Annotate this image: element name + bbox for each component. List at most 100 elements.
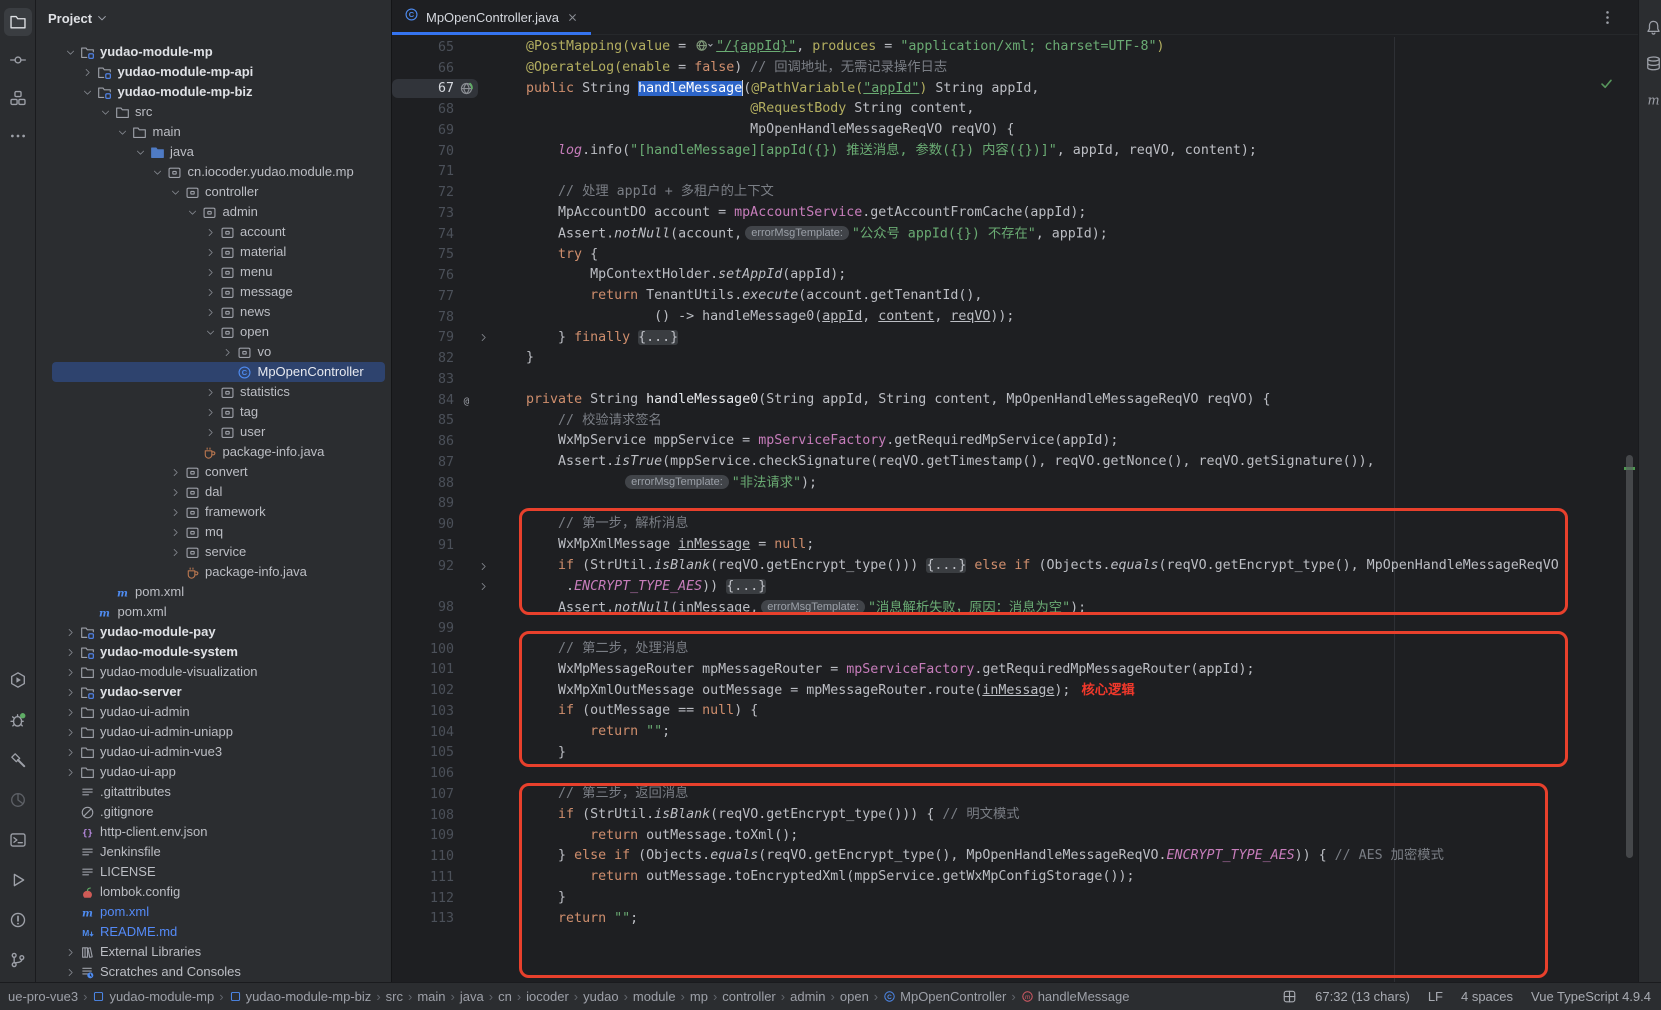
breadcrumb-item[interactable]: yudao	[583, 989, 618, 1004]
tree-item[interactable]: lombok.config	[36, 882, 391, 902]
tree-item[interactable]: LICENSE	[36, 862, 391, 882]
code-text[interactable]: // 第二步，处理消息	[488, 639, 688, 660]
tree-item[interactable]: .gitattributes	[36, 782, 391, 802]
chevron-right-icon[interactable]	[202, 284, 218, 300]
inspection-ok-icon[interactable]	[1599, 76, 1614, 96]
breadcrumb-item[interactable]: admin	[790, 989, 825, 1004]
code-text[interactable]: MpContextHolder.setAppId(appId);	[488, 265, 846, 286]
code-text[interactable]: // 校验请求签名	[488, 411, 662, 432]
code-text[interactable]: Assert.notNull(inMessage,errorMsgTemplat…	[488, 597, 1086, 619]
chevron-right-icon[interactable]	[167, 524, 183, 540]
tree-item[interactable]: CMpOpenController	[36, 362, 391, 382]
code-text[interactable]: return outMessage.toEncryptedXml(mppServ…	[488, 867, 1134, 888]
code-text[interactable]: }	[488, 743, 566, 764]
chevron-right-icon[interactable]	[62, 764, 78, 780]
chevron-right-icon[interactable]	[167, 504, 183, 520]
chevron-down-icon[interactable]	[115, 124, 131, 140]
tree-item[interactable]: package-info.java	[36, 562, 391, 582]
status-widget[interactable]: Vue TypeScript 4.9.4	[1531, 989, 1651, 1004]
tree-item[interactable]: admin	[36, 202, 391, 222]
code-text[interactable]: // 处理 appId + 多租户的上下文	[488, 182, 774, 203]
tab-mpopencontroller[interactable]: C MpOpenController.java	[392, 0, 591, 34]
code-text[interactable]: .ENCRYPT_TYPE_AES)) {...}	[488, 577, 766, 598]
tree-item[interactable]: yudao-module-mp	[36, 42, 391, 62]
tree-item[interactable]: mpom.xml	[36, 602, 391, 622]
tree-item[interactable]: Scratches and Consoles	[36, 962, 391, 982]
code-text[interactable]: return outMessage.toXml();	[488, 826, 798, 847]
breadcrumb-item[interactable]: iocoder	[526, 989, 569, 1004]
tree-item[interactable]: .gitignore	[36, 802, 391, 822]
tree-item[interactable]: open	[36, 322, 391, 342]
run-tool-button[interactable]	[4, 866, 32, 894]
code-text[interactable]: errorMsgTemplate:"非法请求");	[488, 472, 817, 494]
breadcrumb-item[interactable]: module	[633, 989, 676, 1004]
code-text[interactable]: }	[488, 888, 566, 909]
tree-item[interactable]: yudao-module-visualization	[36, 662, 391, 682]
terminal-tool-button[interactable]	[4, 826, 32, 854]
chevron-right-icon[interactable]	[62, 624, 78, 640]
services-tool-button[interactable]	[4, 666, 32, 694]
tree-item[interactable]: controller	[36, 182, 391, 202]
code-text[interactable]: Assert.isTrue(mppService.checkSignature(…	[488, 452, 1375, 473]
chevron-right-icon[interactable]	[62, 644, 78, 660]
tree-item[interactable]: framework	[36, 502, 391, 522]
code-text[interactable]: if (StrUtil.isBlank(reqVO.getEncrypt_typ…	[488, 805, 1020, 826]
tree-item[interactable]: message	[36, 282, 391, 302]
chevron-right-icon[interactable]	[62, 744, 78, 760]
breadcrumb-item[interactable]: src	[386, 989, 403, 1004]
tree-item[interactable]: yudao-module-pay	[36, 622, 391, 642]
vcs-tool-button[interactable]	[4, 46, 32, 74]
code-text[interactable]: () -> handleMessage0(appId, content, req…	[488, 307, 1014, 328]
code-text[interactable]: @PostMapping(value = "/{appId}", produce…	[488, 37, 1165, 58]
code-text[interactable]: private String handleMessage0(String app…	[488, 390, 1271, 411]
code-text[interactable]: return TenantUtils.execute(account.getTe…	[488, 286, 982, 307]
chevron-right-icon[interactable]	[62, 964, 78, 980]
tree-item[interactable]: convert	[36, 462, 391, 482]
status-widget[interactable]: 67:32 (13 chars)	[1315, 989, 1410, 1004]
tree-item[interactable]: dal	[36, 482, 391, 502]
status-widget[interactable]: 4 spaces	[1461, 989, 1513, 1004]
tree-item[interactable]: yudao-ui-admin-vue3	[36, 742, 391, 762]
tree-item[interactable]: main	[36, 122, 391, 142]
tree-item[interactable]: yudao-server	[36, 682, 391, 702]
tree-item[interactable]: news	[36, 302, 391, 322]
tree-item[interactable]: account	[36, 222, 391, 242]
annotation-gutter-icon[interactable]: @	[456, 393, 476, 408]
more-tool-button[interactable]	[4, 122, 32, 150]
chevron-right-icon[interactable]	[202, 244, 218, 260]
code-text[interactable]: MpAccountDO account = mpAccountService.g…	[488, 203, 1086, 224]
chevron-right-icon[interactable]	[62, 684, 78, 700]
status-widget[interactable]: LF	[1428, 989, 1443, 1004]
status-widget[interactable]	[1282, 989, 1297, 1004]
code-text[interactable]: WxMpMessageRouter mpMessageRouter = mpSe…	[488, 660, 1255, 681]
rest-endpoint-gutter-icon[interactable]	[456, 81, 476, 96]
tree-item[interactable]: statistics	[36, 382, 391, 402]
chevron-down-icon[interactable]	[80, 84, 96, 100]
project-tool-button[interactable]	[4, 8, 32, 36]
chevron-right-icon[interactable]	[202, 224, 218, 240]
chevron-down-icon[interactable]	[202, 324, 218, 340]
chevron-down-icon[interactable]	[132, 144, 148, 160]
code-text[interactable]: WxMpXmlMessage inMessage = null;	[488, 535, 814, 556]
chevron-down-icon[interactable]	[167, 184, 183, 200]
tree-item[interactable]: yudao-ui-app	[36, 762, 391, 782]
tree-item[interactable]: yudao-module-system	[36, 642, 391, 662]
code-text[interactable]: @RequestBody String content,	[488, 99, 974, 120]
chevron-right-icon[interactable]	[202, 424, 218, 440]
chevron-right-icon[interactable]	[80, 64, 96, 80]
tree-item[interactable]: vo	[36, 342, 391, 362]
breadcrumb-item[interactable]: yudao-module-mp-biz	[229, 989, 372, 1004]
tree-item[interactable]: yudao-ui-admin-uniapp	[36, 722, 391, 742]
tree-item[interactable]: cn.iocoder.yudao.module.mp	[36, 162, 391, 182]
chevron-right-icon[interactable]	[62, 664, 78, 680]
tree-item[interactable]: tag	[36, 402, 391, 422]
tree-item[interactable]: user	[36, 422, 391, 442]
chevron-right-icon[interactable]	[62, 704, 78, 720]
notifications-tool-button[interactable]	[1642, 16, 1661, 38]
code-text[interactable]: } else if (Objects.equals(reqVO.getEncry…	[488, 846, 1444, 867]
breadcrumb-item[interactable]: CMpOpenController	[883, 989, 1006, 1004]
code-text[interactable]: // 第三步，返回消息	[488, 784, 688, 805]
code-text[interactable]: log.info("[handleMessage][appId({}) 推送消息…	[488, 141, 1257, 162]
tree-item[interactable]: yudao-module-mp-biz	[36, 82, 391, 102]
code-text[interactable]: // 第一步，解析消息	[488, 514, 688, 535]
